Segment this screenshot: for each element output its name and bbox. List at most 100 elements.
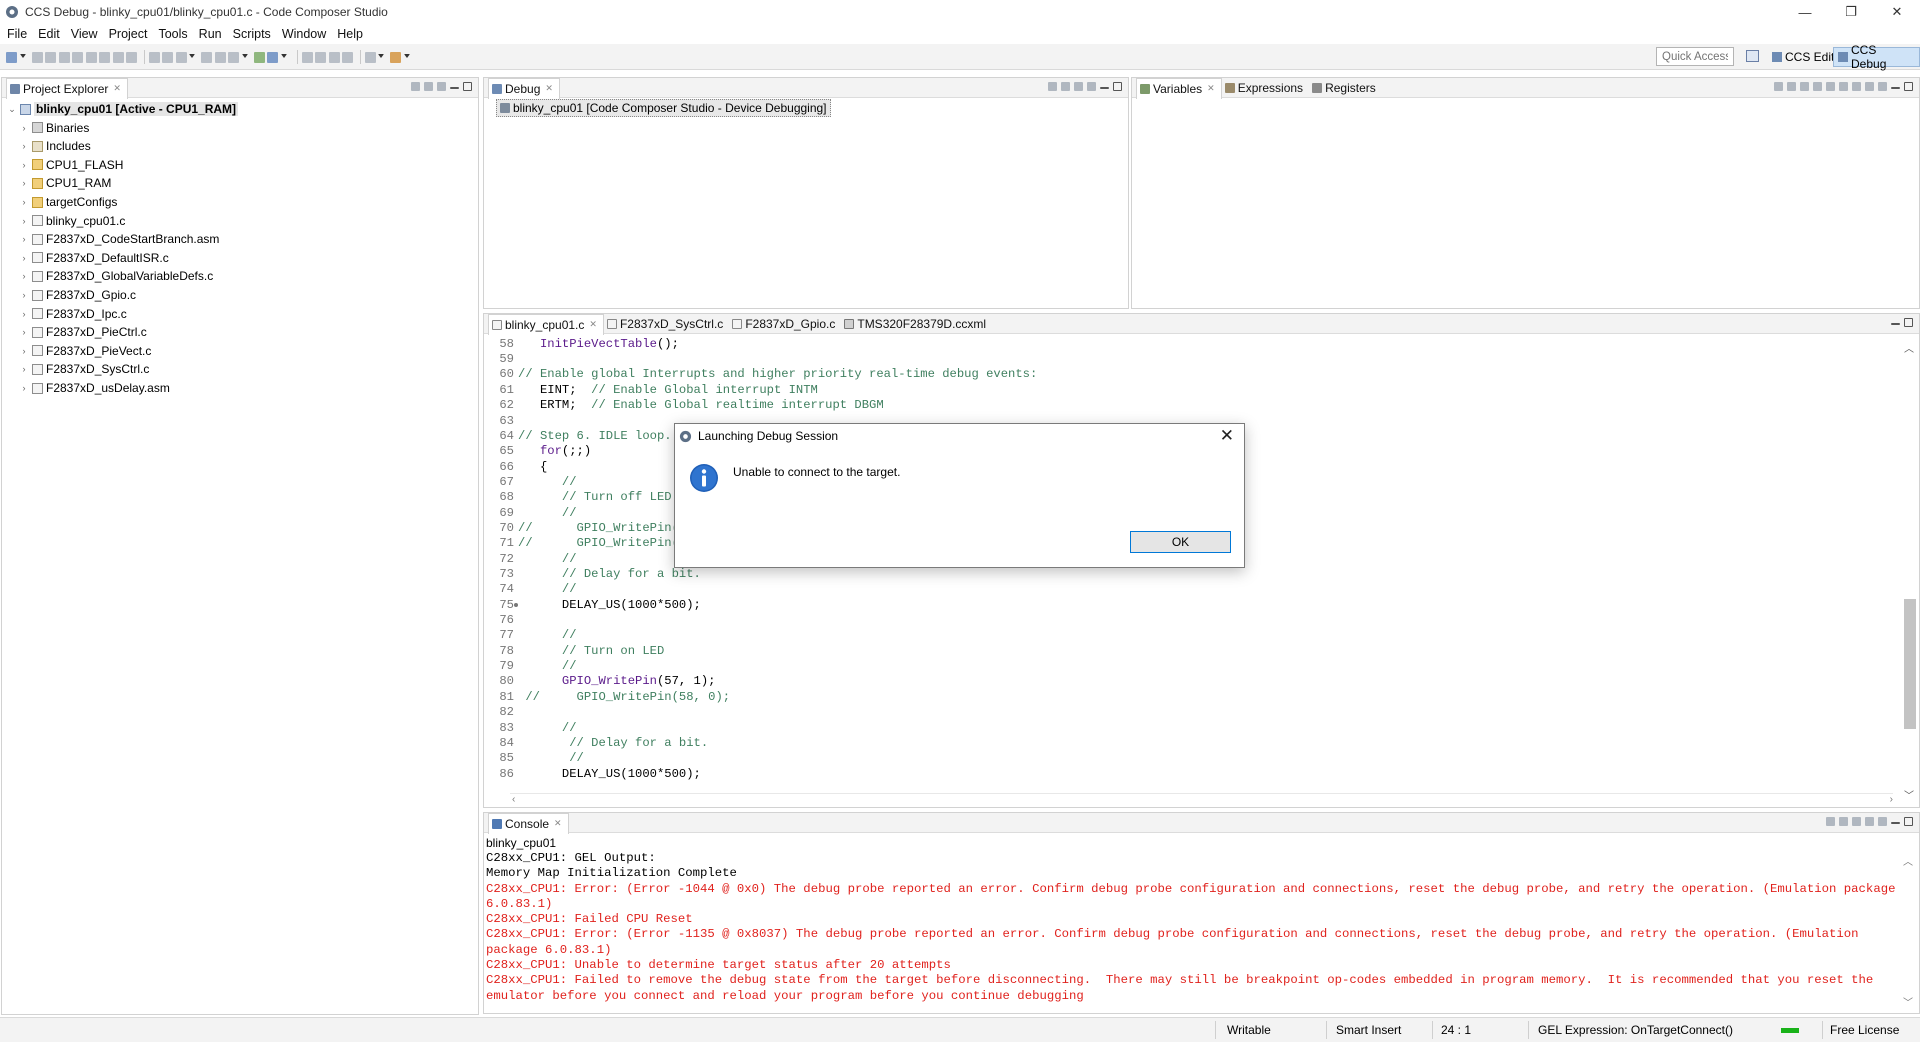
new-icon[interactable] <box>6 51 17 63</box>
tree-item[interactable]: › blinky_cpu01.c <box>18 212 126 230</box>
scroll-down-icon[interactable]: ﹀ <box>1903 994 1913 1009</box>
debug-session-item[interactable]: blinky_cpu01 [Code Composer Studio - Dev… <box>496 99 831 117</box>
line-number[interactable]: 75 <box>489 598 514 612</box>
collapse-icon[interactable]: › <box>18 234 30 244</box>
status-insert-mode[interactable]: Smart Insert <box>1336 1023 1401 1037</box>
close-window-button[interactable]: ✕ <box>1874 0 1920 24</box>
collapse-all-icon[interactable] <box>1800 82 1809 91</box>
scroll-right-icon[interactable]: › <box>1890 794 1893 805</box>
line-number[interactable]: 79 <box>489 659 514 673</box>
minimize-icon[interactable] <box>1100 87 1109 89</box>
tab-f2837xd-sysctrl-c[interactable]: F2837xD_SysCtrl.c <box>604 314 729 334</box>
minimize-icon[interactable] <box>450 87 459 89</box>
perspective-ccs-edit[interactable]: CCS Edit <box>1768 47 1838 67</box>
line-number[interactable]: 66 <box>489 460 514 474</box>
menu-tools[interactable]: Tools <box>158 27 187 41</box>
line-number[interactable]: 80 <box>489 674 514 688</box>
collapse-icon[interactable]: › <box>18 253 30 263</box>
load-program-icon[interactable] <box>214 51 226 63</box>
tree-item[interactable]: › targetConfigs <box>18 193 118 211</box>
new-view-icon[interactable] <box>1852 82 1861 91</box>
console-scrollbar[interactable]: ︿ ﹀ <box>1903 853 1915 1009</box>
tab-expressions[interactable]: Expressions <box>1222 78 1309 98</box>
line-number[interactable]: 82 <box>489 705 514 719</box>
status-license[interactable]: Free License <box>1830 1023 1899 1037</box>
connect-target-icon[interactable] <box>253 51 265 63</box>
tree-item[interactable]: › F2837xD_SysCtrl.c <box>18 360 150 378</box>
close-icon[interactable]: ✕ <box>545 83 553 94</box>
clear-console-icon[interactable] <box>1826 817 1835 826</box>
line-number[interactable]: 62 <box>489 398 514 412</box>
tree-item[interactable]: › CPU1_FLASH <box>18 156 124 174</box>
collapse-icon[interactable]: › <box>18 123 30 133</box>
code-text-area[interactable]: 58 InitPieVectTable(); 59 60// Enable glob… <box>484 335 1919 807</box>
pin-icon[interactable] <box>1865 82 1874 91</box>
quick-access-input[interactable] <box>1656 47 1734 66</box>
line-number[interactable]: 76 <box>489 613 514 627</box>
collapse-icon[interactable]: › <box>18 160 30 170</box>
console-icon[interactable] <box>342 51 353 63</box>
tab-console[interactable]: Console ✕ <box>488 812 569 834</box>
save-all-icon[interactable] <box>45 51 56 63</box>
close-icon[interactable]: ✕ <box>589 319 597 330</box>
search-icon[interactable] <box>328 51 340 63</box>
tree-item[interactable]: › Includes <box>18 137 91 155</box>
line-number[interactable]: 70 <box>489 521 514 535</box>
line-number[interactable]: 58 <box>489 337 514 351</box>
tree-item[interactable]: › Binaries <box>18 119 90 137</box>
scroll-down-icon[interactable]: ﹀ <box>1904 787 1914 802</box>
close-icon[interactable]: ✕ <box>1207 83 1215 94</box>
line-number[interactable]: 61 <box>489 383 514 397</box>
tab-project-explorer[interactable]: Project Explorer ✕ <box>6 77 128 99</box>
open-perspective-icon[interactable] <box>1746 50 1759 62</box>
tab-variables[interactable]: Variables ✕ <box>1136 77 1222 99</box>
load-dropdown-icon[interactable] <box>241 54 248 60</box>
menu-window[interactable]: Window <box>282 27 326 41</box>
project-root[interactable]: ⌄ blinky_cpu01 [Active - CPU1_RAM] <box>6 100 239 118</box>
tab-debug[interactable]: Debug ✕ <box>488 77 560 99</box>
tab-f2837xd-gpio-c[interactable]: F2837xD_Gpio.c <box>729 314 841 334</box>
line-number[interactable]: 67 <box>489 475 514 489</box>
pin-icon[interactable] <box>390 51 401 63</box>
scroll-lock-icon[interactable] <box>1839 817 1848 826</box>
line-number[interactable]: 81 <box>489 690 514 704</box>
ok-button[interactable]: OK <box>1130 531 1231 553</box>
tree-item[interactable]: › F2837xD_Ipc.c <box>18 305 127 323</box>
line-number[interactable]: 78 <box>489 644 514 658</box>
pin-console-icon[interactable] <box>1852 817 1861 826</box>
collapse-icon[interactable]: › <box>18 271 30 281</box>
scroll-up-icon[interactable]: ︿ <box>1904 340 1914 355</box>
perspective-ccs-debug[interactable]: CCS Debug <box>1833 43 1920 71</box>
minimize-icon[interactable] <box>1891 822 1900 824</box>
debug-icon[interactable] <box>267 51 278 63</box>
maximize-icon[interactable] <box>1904 318 1913 327</box>
view-menu-icon[interactable] <box>437 82 446 91</box>
tree-item[interactable]: › F2837xD_GlobalVariableDefs.c <box>18 267 214 285</box>
open-console-icon[interactable] <box>1878 817 1887 826</box>
pin-dropdown-icon[interactable] <box>403 54 410 60</box>
line-number[interactable]: 77 <box>489 628 514 642</box>
menu-help[interactable]: Help <box>337 27 363 41</box>
line-number[interactable]: 72 <box>489 552 514 566</box>
collapse-icon[interactable]: › <box>18 309 30 319</box>
step-into-icon[interactable] <box>99 51 110 63</box>
reset-icon[interactable] <box>175 51 187 63</box>
display-console-icon[interactable] <box>1865 817 1874 826</box>
collapse-icon[interactable]: › <box>18 364 30 374</box>
show-type-names-icon[interactable] <box>1774 82 1783 91</box>
menu-project[interactable]: Project <box>109 27 148 41</box>
menu-edit[interactable]: Edit <box>38 27 60 41</box>
tab-blinky-cpu01-c[interactable]: blinky_cpu01.c ✕ <box>488 313 604 335</box>
collapse-icon[interactable]: › <box>18 346 30 356</box>
restart-icon[interactable] <box>201 51 212 63</box>
back-icon[interactable] <box>301 51 313 63</box>
refresh-icon[interactable] <box>228 51 239 63</box>
resume-icon[interactable] <box>58 51 70 63</box>
line-number[interactable]: 60 <box>489 367 514 381</box>
minimize-button[interactable]: — <box>1782 0 1828 24</box>
line-number[interactable]: 65 <box>489 444 514 458</box>
tree-item[interactable]: › F2837xD_usDelay.asm <box>18 379 170 397</box>
tab-tms320f28379d-ccxml[interactable]: TMS320F28379D.ccxml <box>841 314 992 334</box>
expand-icon[interactable]: ⌄ <box>6 104 18 115</box>
remove-all-icon[interactable] <box>1839 82 1848 91</box>
